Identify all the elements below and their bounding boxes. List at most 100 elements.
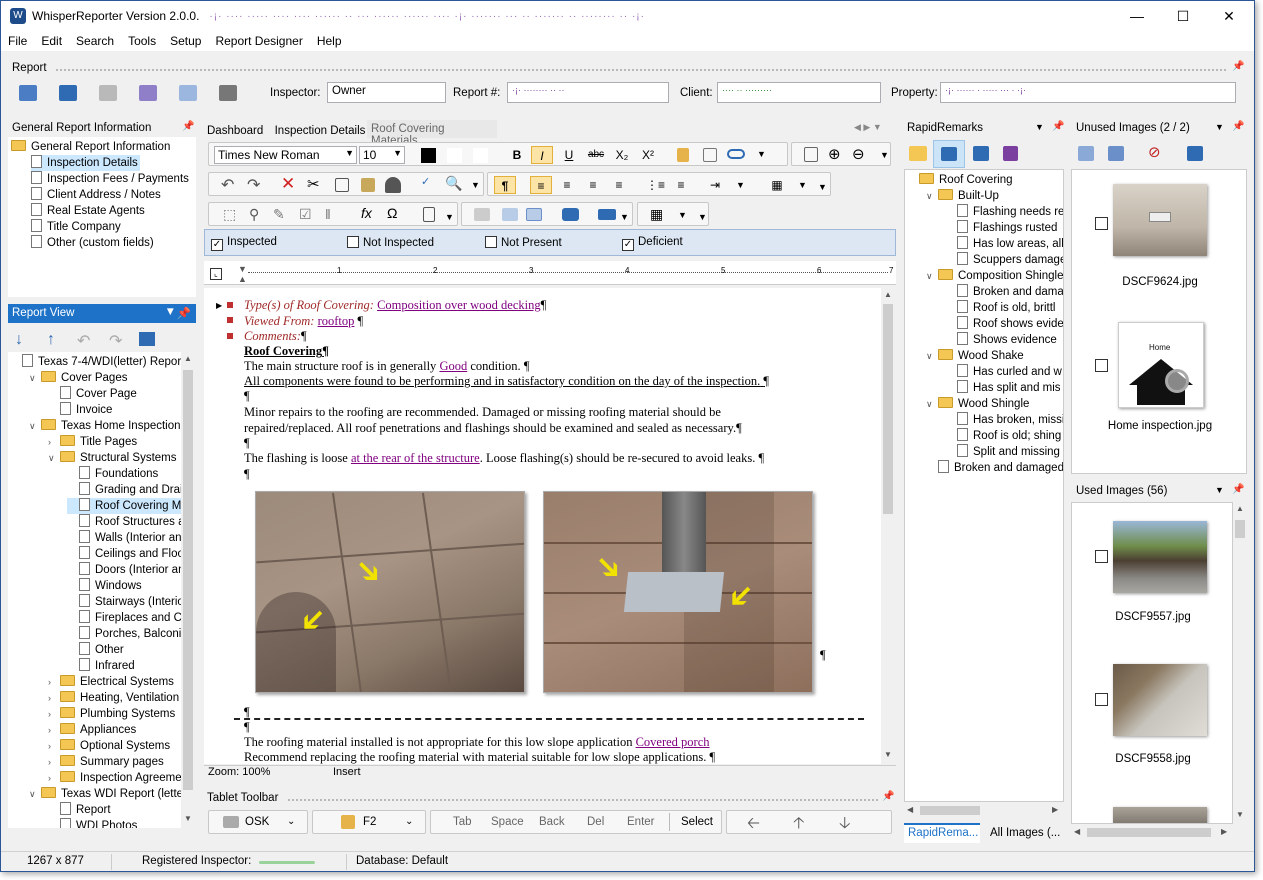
- scroll-thumb[interactable]: [883, 304, 893, 514]
- image-checkbox[interactable]: [1095, 359, 1108, 372]
- dropdown-icon[interactable]: ▼: [445, 212, 454, 222]
- image-checkbox[interactable]: [1095, 217, 1108, 230]
- clipboard-icon[interactable]: [179, 85, 197, 101]
- database-icon[interactable]: [139, 85, 157, 101]
- rapid-remarks-item[interactable]: Roof shows evide: [945, 316, 1063, 332]
- flashing-line[interactable]: The flashing is loose at the rear of the…: [244, 451, 764, 466]
- align-center-button[interactable]: ≡: [558, 176, 576, 194]
- report-view-item[interactable]: ∨ Texas Home Inspection: 7: [29, 418, 181, 434]
- type-line[interactable]: Type(s) of Roof Covering: Composition ov…: [244, 298, 546, 313]
- tab-roof-covering[interactable]: Roof Covering Materials: [367, 120, 497, 147]
- inspector-field[interactable]: Owner: [327, 82, 446, 103]
- scroll-thumb[interactable]: [1087, 828, 1211, 837]
- report-view-item[interactable]: › Appliances: [48, 722, 136, 738]
- not-inspected-checkbox[interactable]: Not Inspected: [347, 236, 434, 249]
- dropdown-icon[interactable]: ▼: [798, 180, 807, 190]
- expander-icon[interactable]: ∨: [29, 786, 39, 802]
- justify-button[interactable]: ≡: [584, 176, 602, 194]
- not-present-checkbox[interactable]: Not Present: [485, 236, 562, 249]
- report-view-item[interactable]: Report: [48, 802, 111, 818]
- expander-icon[interactable]: ∨: [926, 396, 936, 412]
- report-view-item[interactable]: Texas 7-4/WDI(letter) Report V: [10, 354, 181, 370]
- report-view-item[interactable]: ∨ Structural Systems: [48, 450, 177, 466]
- italic-button[interactable]: I: [531, 146, 553, 164]
- scroll-down-icon[interactable]: ▼: [1236, 810, 1244, 819]
- scroll-left-icon[interactable]: ◀: [907, 805, 913, 814]
- move-up-icon[interactable]: ↑: [47, 331, 55, 349]
- zoom-level[interactable]: Zoom: 100%: [208, 766, 270, 778]
- dropdown-icon[interactable]: ▼: [165, 306, 176, 318]
- report-view-item[interactable]: Fireplaces and Ch: [67, 610, 181, 626]
- export-icon[interactable]: [1187, 146, 1203, 161]
- underline-button[interactable]: U: [561, 146, 577, 164]
- align-left-button[interactable]: ≡: [530, 176, 552, 194]
- highlight-swatch[interactable]: [447, 148, 462, 163]
- select-icon[interactable]: ⬚: [223, 206, 236, 223]
- scroll-thumb[interactable]: [183, 370, 193, 790]
- report-view-item[interactable]: Other: [67, 642, 124, 658]
- image-checkbox[interactable]: [1095, 693, 1108, 706]
- text-color-swatch[interactable]: [421, 148, 436, 163]
- rapid-remarks-item[interactable]: Flashings rusted: [945, 220, 1057, 236]
- indent-marker-icon[interactable]: ▼: [238, 264, 247, 274]
- symbol-icon[interactable]: Ω: [387, 205, 397, 221]
- add-remark-icon[interactable]: [973, 146, 989, 161]
- rapid-remarks-item[interactable]: Flashing needs re: [945, 204, 1063, 220]
- general-info-item[interactable]: Real Estate Agents: [31, 203, 145, 219]
- rapid-remarks-item[interactable]: ∨ Composition Shingle: [926, 268, 1063, 284]
- checkbox-icon[interactable]: ☑: [299, 206, 312, 223]
- report-view-item[interactable]: › Plumbing Systems: [48, 706, 175, 722]
- tab-key-button[interactable]: Tab: [453, 816, 472, 828]
- report-view-item[interactable]: › Optional Systems: [48, 738, 170, 754]
- dropdown-icon[interactable]: ▼: [1035, 122, 1044, 132]
- add-image-icon[interactable]: [1078, 146, 1094, 161]
- pin-icon[interactable]: 📌: [182, 121, 194, 132]
- report-view-item[interactable]: Roof Covering Ma: [67, 498, 181, 514]
- zoom-out-icon[interactable]: ⊖: [852, 145, 865, 163]
- maximize-button[interactable]: ☐: [1160, 1, 1206, 31]
- report-view-item[interactable]: Invoice: [48, 402, 112, 418]
- find-icon[interactable]: 🔍: [445, 175, 462, 192]
- tab-scroll-arrows[interactable]: ◀ ▶ ▼: [854, 122, 882, 133]
- general-info-item[interactable]: Other (custom fields): [31, 235, 154, 251]
- page-icon[interactable]: [804, 147, 818, 162]
- edit-icon[interactable]: ✎: [273, 206, 285, 223]
- comments-line[interactable]: Comments:¶: [244, 329, 307, 344]
- dropdown-icon[interactable]: ▼: [620, 212, 629, 222]
- image-settings-icon[interactable]: [1108, 146, 1124, 161]
- image-frame-icon[interactable]: [703, 148, 717, 162]
- report-view-item[interactable]: Porches, Balconie:: [67, 626, 181, 642]
- expander-icon[interactable]: ∨: [29, 418, 39, 434]
- scroll-up-icon[interactable]: ▲: [1236, 504, 1244, 513]
- tab-dashboard[interactable]: Dashboard: [207, 125, 263, 137]
- table-border-button[interactable]: ▦: [768, 176, 786, 194]
- ruler[interactable]: ⌞ ▼ ▲ 1 2 3 4 5 6 7: [204, 261, 896, 285]
- menu-report-designer[interactable]: Report Designer: [208, 34, 309, 48]
- dropdown-icon[interactable]: ▼: [818, 182, 827, 192]
- rapid-remarks-item[interactable]: Broken and damaged: [926, 460, 1063, 476]
- cut-icon[interactable]: ✂: [307, 175, 320, 193]
- dropdown-icon[interactable]: ▼: [736, 180, 745, 190]
- report-view-item[interactable]: › Title Pages: [48, 434, 137, 450]
- rapid-remarks-item[interactable]: Shows evidence: [945, 332, 1057, 348]
- rapid-remarks-item[interactable]: Has curled and w: [945, 364, 1062, 380]
- undo-icon[interactable]: ↶: [77, 331, 90, 351]
- expander-icon[interactable]: ∨: [926, 268, 936, 284]
- osk-button[interactable]: OSK: [245, 816, 269, 828]
- print-icon[interactable]: [219, 85, 237, 101]
- rapid-remarks-item[interactable]: Has split and mis: [945, 380, 1061, 396]
- outline-icon[interactable]: [139, 332, 155, 346]
- client-field[interactable]: ···· ·· ·········: [717, 82, 881, 103]
- report-view-item[interactable]: WDI Photos: [48, 818, 137, 828]
- roof-photo-1[interactable]: ➔ ➔: [255, 491, 525, 693]
- empty-paragraph[interactable]: ¶: [244, 467, 250, 482]
- show-formatting-button[interactable]: ¶: [494, 176, 516, 194]
- scroll-down-icon[interactable]: ▼: [884, 750, 892, 759]
- scroll-right-icon[interactable]: ▶: [1221, 827, 1227, 836]
- menu-search[interactable]: Search: [69, 34, 121, 48]
- dropdown-icon[interactable]: ▼: [678, 210, 687, 220]
- f2-button[interactable]: F2: [363, 816, 376, 828]
- camera-icon[interactable]: [562, 208, 579, 221]
- rapid-remarks-hscroll[interactable]: ◀ ▶: [904, 802, 1064, 819]
- gallery-icon[interactable]: [502, 208, 518, 221]
